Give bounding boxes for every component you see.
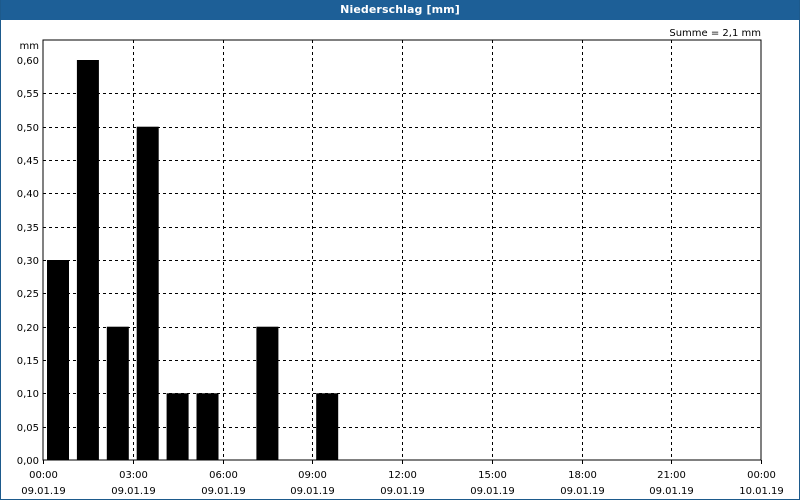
precip-bar-0700 — [256, 326, 279, 460]
x-tick-time-label: 21:00 — [657, 470, 686, 481]
x-tick-time-label: 00:00 — [29, 470, 58, 481]
y-tick-label: 0,45 — [17, 156, 39, 167]
precip-bar-0200 — [106, 326, 129, 460]
x-axis: 00:00 09.01.19 03:00 09.01.19 06:00 09.01.19 0… — [21, 460, 784, 497]
x-tick-time-label: 09:00 — [298, 470, 327, 481]
sum-annotation: Summe = 2,1 mm — [669, 28, 761, 39]
y-unit-label: mm — [20, 41, 39, 52]
x-tick-date-label: 09.01.19 — [21, 486, 66, 497]
y-tick-label: 0,55 — [17, 89, 39, 100]
x-tick-time-label: 12:00 — [388, 470, 417, 481]
y-tick-label: 0,60 — [17, 56, 39, 67]
y-tick-label: 0,05 — [17, 423, 39, 434]
y-tick-label: 0,35 — [17, 223, 39, 234]
x-tick-date-label: 10.01.19 — [739, 486, 784, 497]
precipitation-chart: mm Summe = 2,1 mm 0,000,050,100,150,200,… — [17, 28, 784, 497]
x-tick-time-label: 18:00 — [568, 470, 597, 481]
y-tick-label: 0,20 — [17, 323, 39, 334]
precip-bar-0100 — [76, 60, 99, 460]
y-tick-label: 0,10 — [17, 389, 39, 400]
x-tick-date-label: 09.01.19 — [470, 486, 515, 497]
y-axis: 0,00 0,05 0,10 0,15 0,20 0,25 0,30 0,35 0,40 0,45… — [17, 56, 39, 467]
precip-bar-0900 — [316, 393, 339, 460]
x-tick-time-label: 03:00 — [119, 470, 148, 481]
bars-layer — [47, 60, 339, 460]
precip-bar-0000 — [47, 260, 69, 460]
y-tick-label: 0,15 — [17, 356, 39, 367]
y-tick-label: 0,50 — [17, 123, 39, 134]
x-tick-time-label: 15:00 — [478, 470, 507, 481]
x-tick-date-label: 09.01.19 — [290, 486, 335, 497]
precip-bar-0300 — [136, 126, 159, 460]
x-tick-date-label: 09.01.19 — [111, 486, 156, 497]
x-tick-date-label: 09.01.19 — [201, 486, 246, 497]
x-tick-date-label: 09.01.19 — [649, 486, 694, 497]
x-tick-time-label: 06:00 — [209, 470, 238, 481]
x-tick-date-label: 09.01.19 — [380, 486, 425, 497]
x-tick-time-label: 00:00 — [747, 470, 776, 481]
x-tick-date-label: 09.01.19 — [560, 486, 605, 497]
chart-window: Niederschlag [mm] mm Summe = 2,1 mm 0,00… — [0, 0, 800, 500]
precip-bar-0400 — [166, 393, 189, 460]
precip-bar-0500 — [196, 393, 219, 460]
y-tick-label: 0,25 — [17, 289, 39, 300]
y-tick-label: 0,30 — [17, 256, 39, 267]
y-tick-label: 0,40 — [17, 189, 39, 200]
y-tick-label: 0,00 — [17, 456, 39, 467]
